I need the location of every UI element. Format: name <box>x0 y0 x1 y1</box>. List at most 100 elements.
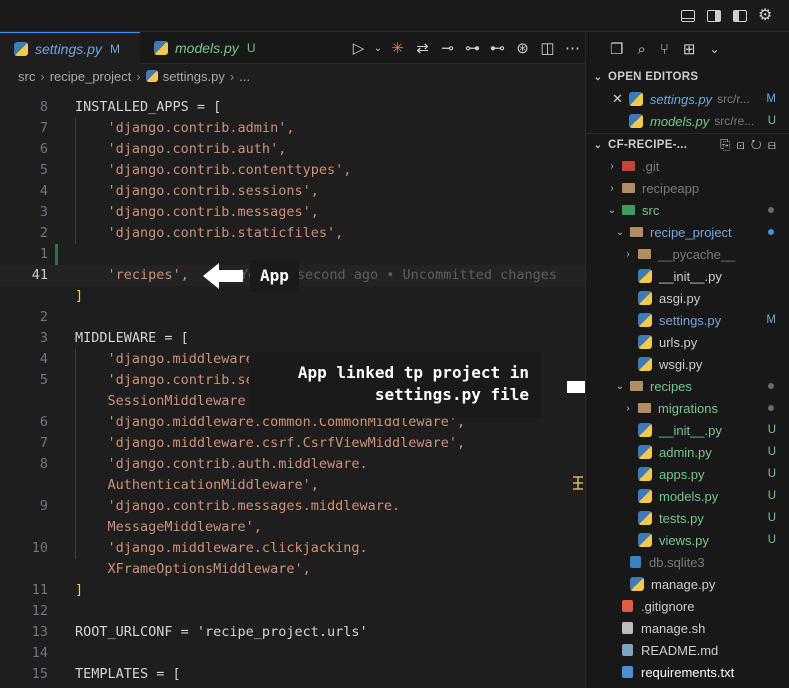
tree-folder[interactable]: › .git <box>586 155 789 177</box>
tree-file[interactable]: admin.py U <box>586 441 789 463</box>
scrollbar-cursor-marker[interactable] <box>572 476 584 490</box>
untracked-badge: U <box>246 41 256 55</box>
file-name: urls.py <box>659 334 698 350</box>
tree-folder[interactable]: ⌄ recipe_project <box>586 221 789 243</box>
refresh-icon[interactable]: ↻ <box>751 137 768 152</box>
more-actions-icon[interactable]: ⋯ <box>560 39 585 57</box>
tree-file[interactable]: tests.py U <box>586 507 789 529</box>
previous-change-icon[interactable]: ⊸ <box>435 39 460 57</box>
code-line[interactable]: 14 <box>0 643 585 664</box>
code-line[interactable]: 11] <box>0 580 585 601</box>
open-editors-header[interactable]: ⌄ OPEN EDITORS <box>586 66 789 88</box>
tree-folder[interactable]: ⌄ src <box>586 199 789 221</box>
code-text: 'django.contrib.messages.middleware. <box>75 498 401 514</box>
code-line[interactable]: 3 MIDDLEWARE = [ <box>0 328 585 349</box>
compare-changes-icon[interactable]: ⇄ <box>410 39 435 57</box>
code-editor[interactable]: 8 INSTALLED_APPS = [7 'django.contrib.adm… <box>0 88 585 688</box>
tree-folder[interactable]: › __pycache__ <box>586 243 789 265</box>
code-line[interactable]: 13 ROOT_URLCONF = 'recipe_project.urls' <box>0 622 585 643</box>
code-line[interactable]: AuthenticationMiddleware', <box>0 475 585 496</box>
code-line[interactable]: 8 'django.contrib.auth.middleware. <box>0 454 585 475</box>
tree-file[interactable]: manage.py <box>586 573 789 595</box>
tree-folder[interactable]: › recipeapp <box>586 177 789 199</box>
tree-file[interactable]: asgi.py <box>586 287 789 309</box>
code-line[interactable]: 9 'django.contrib.messages.middleware. <box>0 496 585 517</box>
code-text: AuthenticationMiddleware', <box>75 477 319 493</box>
chevron-right-icon: › <box>610 160 614 172</box>
chevron-down-icon: ⌄ <box>593 139 603 151</box>
breadcrumb-settings-py[interactable]: settings.py <box>163 69 225 84</box>
tree-file[interactable]: wsgi.py <box>586 353 789 375</box>
tree-file[interactable]: .gitignore <box>586 595 789 617</box>
code-text: 'django.contrib.contenttypes', <box>75 162 352 178</box>
collapse-all-icon[interactable]: ⊟ <box>768 137 782 152</box>
breadcrumb-recipe-project[interactable]: recipe_project <box>50 69 132 84</box>
code-line[interactable]: 12 <box>0 601 585 622</box>
open-editor-settings[interactable]: ✕ settings.py src/r... M <box>586 88 789 110</box>
source-control-graph-icon[interactable]: ⊛ <box>510 39 535 57</box>
new-folder-icon[interactable]: ⊡ <box>736 137 750 152</box>
extensions-icon[interactable]: ⊞ <box>683 40 696 58</box>
tree-file[interactable]: manage.sh <box>586 617 789 639</box>
annotation-line-1: App linked tp project in <box>297 363 529 382</box>
line-number: 3 <box>39 330 48 346</box>
left-arrow-icon <box>203 263 243 293</box>
code-line[interactable]: 4 'django.contrib.sessions', <box>0 181 585 202</box>
chevron-down-icon[interactable]: ⌄ <box>709 42 719 56</box>
code-line[interactable]: XFrameOptionsMiddleware', <box>0 559 585 580</box>
code-line[interactable]: 2 'django.contrib.staticfiles', <box>0 223 585 244</box>
tab-models-py[interactable]: models.py U <box>140 32 270 64</box>
code-line[interactable]: 6 'django.contrib.auth', <box>0 139 585 160</box>
tab-settings-py[interactable]: settings.py M <box>0 32 140 65</box>
project-header[interactable]: ⌄ CF-RECIPE-... ⎘⊡↻⊟ <box>586 133 789 156</box>
code-text: MessageMiddleware', <box>75 519 262 535</box>
next-change-icon[interactable]: ⊷ <box>485 39 510 57</box>
code-line[interactable]: 10 'django.middleware.clickjacking. <box>0 538 585 559</box>
chevron-down-icon[interactable]: ⌄ <box>371 43 385 54</box>
run-icon[interactable]: ▷ <box>346 39 371 57</box>
tree-folder[interactable]: ⌄ recipes <box>586 375 789 397</box>
tree-file[interactable]: __init__.py <box>586 265 789 287</box>
breadcrumb-more[interactable]: ... <box>239 69 250 84</box>
open-editor-models[interactable]: models.py src/re... U <box>586 110 789 132</box>
split-editor-icon[interactable]: ◫ <box>535 39 560 57</box>
new-file-icon[interactable]: ⎘ <box>720 137 736 152</box>
source-control-icon[interactable]: ⑂ <box>660 41 669 58</box>
code-line[interactable]: 8 INSTALLED_APPS = [ <box>0 97 585 118</box>
code-line[interactable]: 2 <box>0 307 585 328</box>
code-line[interactable]: 7 'django.contrib.admin', <box>0 118 585 139</box>
line-number: 8 <box>39 99 48 115</box>
code-line[interactable]: 5 'django.contrib.contenttypes', <box>0 160 585 181</box>
tree-folder[interactable]: › migrations <box>586 397 789 419</box>
code-line[interactable]: 7 'django.middleware.csrf.CsrfViewMiddle… <box>0 433 585 454</box>
search-icon[interactable]: ⌕ <box>637 41 645 58</box>
toggle-sidebar-icon[interactable] <box>733 8 749 24</box>
tree-file[interactable]: __init__.py U <box>586 419 789 441</box>
tree-file[interactable]: views.py U <box>586 529 789 551</box>
tree-file[interactable]: db.sqlite3 <box>586 551 789 573</box>
toggle-secondary-sidebar-icon[interactable] <box>707 8 723 24</box>
breadcrumb-src[interactable]: src <box>18 69 35 84</box>
debug-spark-icon[interactable]: ✳ <box>385 39 410 57</box>
commit-icon[interactable]: ⊶ <box>460 39 485 57</box>
close-icon[interactable]: ✕ <box>612 91 623 107</box>
code-line[interactable]: 3 'django.contrib.messages', <box>0 202 585 223</box>
python-file-icon <box>145 70 158 82</box>
file-name: models.py <box>650 113 710 129</box>
tree-file[interactable]: README.md <box>586 639 789 661</box>
settings-gear-icon[interactable]: ⚙ <box>758 8 774 24</box>
toggle-panel-icon[interactable] <box>681 8 697 24</box>
title-bar: ⚙ <box>0 0 789 32</box>
untracked-badge: U <box>767 534 776 546</box>
code-line[interactable]: 15 TEMPLATES = [ <box>0 664 585 685</box>
tree-file[interactable]: models.py U <box>586 485 789 507</box>
code-line[interactable]: MessageMiddleware', <box>0 517 585 538</box>
code-text: 'django.contrib.auth', <box>75 141 287 157</box>
file-name: __pycache__ <box>658 246 736 262</box>
tree-file[interactable]: urls.py <box>586 331 789 353</box>
tree-file[interactable]: settings.py M <box>586 309 789 331</box>
chevron-right-icon: › <box>136 68 141 84</box>
tree-file[interactable]: requirements.txt <box>586 661 789 683</box>
tree-file[interactable]: apps.py U <box>586 463 789 485</box>
explorer-icon[interactable]: ❐ <box>610 40 623 58</box>
